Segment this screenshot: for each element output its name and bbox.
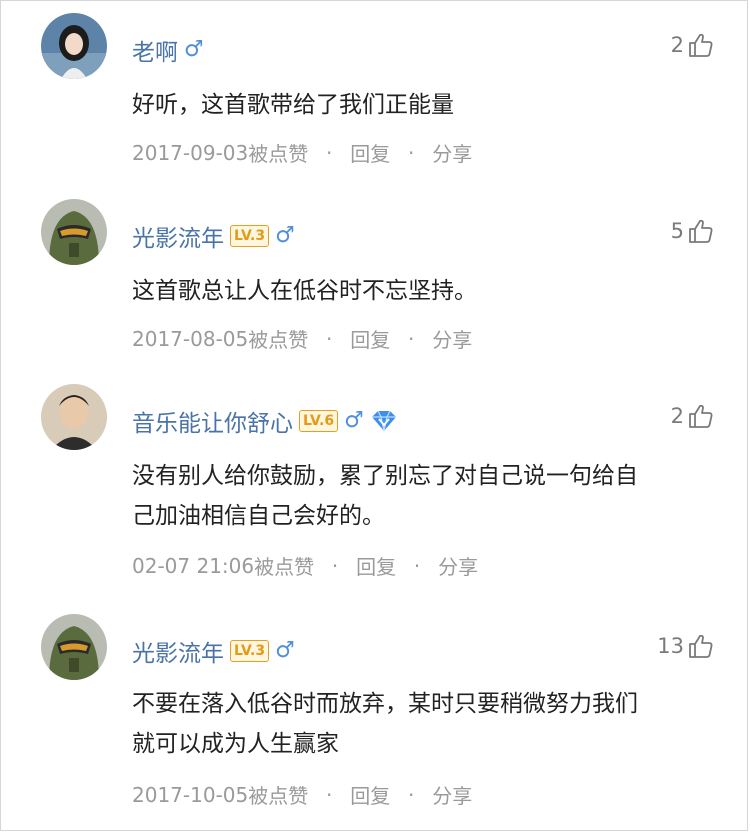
username[interactable]: 光影流年 [132,634,224,668]
comment-text: 这首歌总让人在低谷时不忘坚持。 [132,278,477,304]
avatar[interactable] [41,614,107,680]
separator: · [331,553,339,578]
thumbs-up-icon [687,218,713,244]
comment-date: 2017-10-05 [132,782,249,807]
like-button[interactable]: 2 [671,32,713,58]
liked-by-link[interactable]: 被点赞 [248,324,308,353]
like-count: 2 [670,33,684,57]
comment-date: 2017-08-05 [132,326,249,351]
comment-text-line: 不要在落入低谷时而放弃，某时只要稍微努力我们 [132,691,638,717]
like-button[interactable]: 2 [671,403,713,429]
male-gender-icon: ♂ [344,408,364,433]
reply-button[interactable]: 回复 [350,138,390,167]
avatar[interactable] [41,13,107,79]
male-gender-icon: ♂ [275,638,295,663]
comment-text-line: 没有别人给你鼓励，累了别忘了对自己说一句给自 [132,463,638,489]
like-count: 13 [657,634,684,658]
separator: · [326,140,333,165]
like-count: 2 [670,404,684,428]
comment-text: 没有别人给你鼓励，累了别忘了对自己说一句给自 己加油相信自己会好的。 [132,456,722,536]
share-button[interactable]: 分享 [432,780,472,809]
comment-date: 02-07 21:06 [132,553,255,578]
separator: · [326,782,333,807]
thumbs-up-icon [687,403,713,429]
comment-list: 老啊 ♂ 2 好听，这首歌带给了我们正能量 2017-09-03 被点赞 · 回复… [0,0,748,831]
thumbs-up-icon [687,32,713,58]
separator: · [408,326,415,351]
level-badge: LV.6 [299,410,339,432]
separator: · [408,140,415,165]
like-count: 5 [670,219,684,243]
comment-text: 好听，这首歌带给了我们正能量 [132,92,454,118]
liked-by-link[interactable]: 被点赞 [248,138,308,167]
username[interactable]: 音乐能让你舒心 [132,404,293,438]
reply-button[interactable]: 回复 [350,780,390,809]
level-badge: LV.3 [230,225,270,247]
male-gender-icon: ♂ [184,37,204,62]
vip-diamond-icon [370,410,398,432]
username[interactable]: 老啊 [132,33,178,67]
separator: · [326,326,333,351]
comment-text: 不要在落入低谷时而放弃，某时只要稍微努力我们 就可以成为人生赢家 [132,684,722,764]
thumbs-up-icon [687,633,713,659]
like-button[interactable]: 5 [671,218,713,244]
separator: · [408,782,415,807]
liked-by-link[interactable]: 被点赞 [254,551,314,580]
reply-button[interactable]: 回复 [350,324,390,353]
level-badge: LV.3 [230,640,270,662]
male-gender-icon: ♂ [275,223,295,248]
comment-date: 2017-09-03 [132,140,249,165]
avatar[interactable] [41,199,107,265]
avatar[interactable] [41,384,107,450]
username[interactable]: 光影流年 [132,219,224,253]
comment-text-line: 就可以成为人生赢家 [132,731,339,757]
separator: · [413,553,421,578]
like-button[interactable]: 13 [657,633,713,659]
share-button[interactable]: 分享 [432,138,472,167]
reply-button[interactable]: 回复 [356,551,396,580]
share-button[interactable]: 分享 [438,551,478,580]
liked-by-link[interactable]: 被点赞 [248,780,308,809]
share-button[interactable]: 分享 [432,324,472,353]
comment-text-line: 己加油相信自己会好的。 [132,503,385,529]
